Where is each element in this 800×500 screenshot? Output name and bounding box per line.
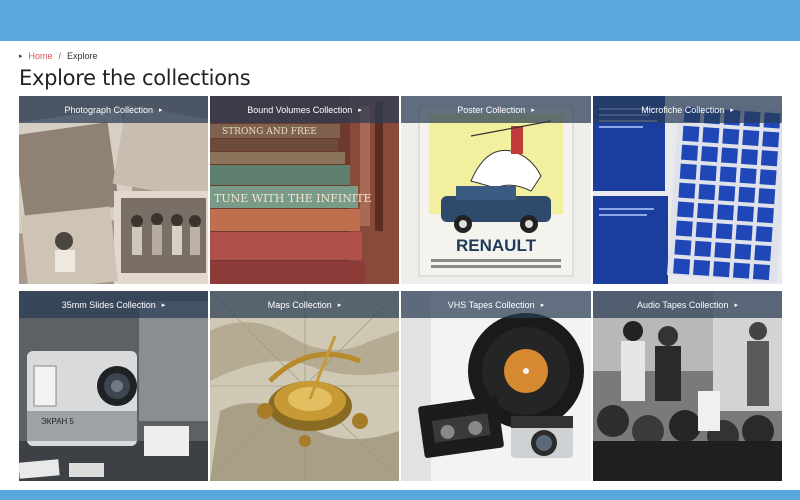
poster-brand-text: RENAULT (456, 236, 537, 255)
svg-text:STRONG AND FREE: STRONG AND FREE (222, 127, 317, 137)
tile-maps-collection[interactable]: Maps Collection ▸ (210, 291, 399, 481)
arrow-right-icon: ▸ (159, 106, 163, 114)
tile-label: Photograph Collection ▸ (19, 96, 208, 123)
top-header-bar (0, 0, 800, 41)
tile-label: Maps Collection ▸ (210, 291, 399, 318)
arrow-right-icon: ▸ (358, 106, 362, 114)
tile-poster-collection[interactable]: RENAULT Poster Collection ▸ (401, 96, 591, 284)
tile-label-text: Poster Collection (457, 104, 526, 115)
photograph-collection-image (19, 96, 208, 284)
breadcrumb-bullet-icon: ▸ (19, 53, 23, 60)
vhs-tapes-image (401, 291, 591, 481)
tile-label: VHS Tapes Collection ▸ (401, 291, 591, 318)
tile-audio-tapes-collection[interactable]: Audio Tapes Collection ▸ (593, 291, 782, 481)
arrow-right-icon: ▸ (734, 301, 738, 309)
tile-label: Audio Tapes Collection ▸ (593, 291, 782, 318)
tile-label-text: 35mm Slides Collection (61, 299, 156, 310)
breadcrumb-separator: / (58, 51, 62, 61)
breadcrumb-home-link[interactable]: Home (29, 51, 53, 61)
breadcrumb-current: Explore (67, 51, 98, 61)
arrow-right-icon: ▸ (337, 301, 342, 309)
breadcrumb: ▸ Home / Explore (19, 50, 98, 62)
arrow-right-icon: ▸ (161, 301, 166, 309)
tile-label-text: Microfiche Collection (641, 104, 725, 115)
tile-label: Poster Collection ▸ (401, 96, 591, 123)
audio-tapes-image (593, 291, 782, 481)
poster-image: RENAULT (401, 96, 591, 284)
tile-photograph-collection[interactable]: Photograph Collection ▸ (19, 96, 208, 284)
bound-volumes-image: STRONG AND FREE TUNE WITH THE INFINITE (210, 96, 399, 284)
tile-label-text: Maps Collection (267, 299, 332, 310)
arrow-right-icon: ▸ (531, 106, 535, 114)
tile-label-text: Audio Tapes Collection (637, 299, 729, 310)
tile-35mm-slides-collection[interactable]: ЭКРАН 5 35mm Slides Collection ▸ (19, 291, 208, 481)
page-title: Explore the collections (19, 66, 251, 90)
microfiche-image (593, 96, 782, 284)
slides-projector-image: ЭКРАН 5 (19, 291, 208, 481)
tile-label-text: VHS Tapes Collection (447, 299, 535, 310)
svg-text:TUNE WITH THE INFINITE: TUNE WITH THE INFINITE (214, 192, 372, 205)
tile-label: Bound Volumes Collection ▸ (210, 96, 399, 123)
tile-label: 35mm Slides Collection ▸ (19, 291, 208, 318)
tile-label-text: Bound Volumes Collection (247, 104, 353, 115)
projector-brand-text: ЭКРАН 5 (41, 417, 75, 426)
maps-image (210, 291, 399, 481)
tile-vhs-tapes-collection[interactable]: VHS Tapes Collection ▸ (401, 291, 591, 481)
arrow-right-icon: ▸ (730, 106, 734, 114)
tile-label: Microfiche Collection ▸ (593, 96, 782, 123)
tile-microfiche-collection[interactable]: Microfiche Collection ▸ (593, 96, 782, 284)
arrow-right-icon: ▸ (540, 301, 545, 309)
tile-bound-volumes-collection[interactable]: STRONG AND FREE TUNE WITH THE INFINITE B… (210, 96, 399, 284)
tile-label-text: Photograph Collection (64, 104, 154, 115)
collections-grid: Photograph Collection ▸ STRONG AND FREE … (19, 96, 782, 481)
bottom-footer-bar (0, 490, 800, 500)
